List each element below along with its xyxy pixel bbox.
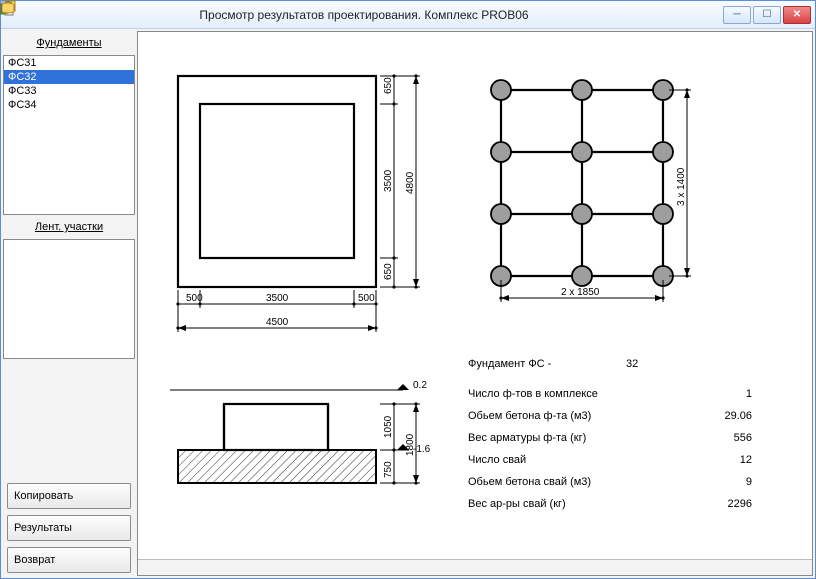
dim-section-total: 1800	[405, 433, 416, 456]
dim-section-base: 750	[383, 461, 394, 478]
info-block: Фундамент ФС - 32 Число ф-тов в комплекс…	[468, 358, 752, 510]
svg-text:Число свай: Число свай	[468, 454, 526, 466]
dim-plan-outer-w: 4500	[266, 317, 289, 328]
dim-plan-inner-h: 3500	[383, 169, 394, 192]
copy-button-label: Копировать	[14, 490, 73, 502]
sidebar: Фундаменты ФС31 ФС32 ФС33 ФС34 Лент. уча…	[3, 31, 135, 576]
plan-view: 500 3500 500 4500	[176, 74, 420, 332]
dim-piles-y: 3 x 1400	[676, 167, 687, 206]
app-window: Просмотр результатов проектирования. Ком…	[0, 0, 816, 579]
dim-plan-right-margin: 500	[358, 293, 375, 304]
list-item[interactable]: ФС34	[4, 98, 134, 112]
panel-header-strips[interactable]: Лент. участки	[3, 215, 135, 239]
svg-text:Число ф-тов в комплексе: Число ф-тов в комплексе	[468, 388, 598, 400]
results-button[interactable]: Результаты	[7, 515, 131, 541]
info-row: Вес ар-ры свай (кг) 2296	[468, 498, 752, 510]
client-area: Фундаменты ФС31 ФС32 ФС33 ФС34 Лент. уча…	[1, 29, 815, 578]
svg-text:Обьем бетона ф-та (м3): Обьем бетона ф-та (м3)	[468, 410, 591, 422]
results-button-label: Результаты	[14, 522, 72, 534]
dim-piles-x: 2 x 1850	[561, 287, 600, 298]
list-item[interactable]: ФС31	[4, 56, 134, 70]
window-title: Просмотр результатов проектирования. Ком…	[5, 8, 723, 22]
dim-section-step: 1050	[383, 415, 394, 438]
foundations-list[interactable]: ФС31 ФС32 ФС33 ФС34	[3, 55, 135, 215]
dim-plan-bot-margin: 650	[383, 263, 394, 280]
info-row: Обьем бетона свай (м3) 9	[468, 476, 752, 488]
dim-plan-top-margin: 650	[383, 77, 394, 94]
pile-grid-view: 2 x 1850 3 x 1400	[483, 76, 691, 302]
close-button[interactable]: ✕	[783, 6, 811, 24]
info-row: Число ф-тов в комплексе 1	[468, 388, 752, 400]
return-icon	[0, 0, 16, 16]
svg-text:12: 12	[740, 454, 752, 466]
section-top-mark: 0.2	[413, 380, 427, 391]
maximize-button[interactable]: ☐	[753, 6, 781, 24]
info-row: Число свай 12	[468, 454, 752, 466]
return-button-label: Возврат	[14, 554, 55, 566]
info-row: Вес арматуры ф-та (кг) 556	[468, 432, 752, 444]
svg-text:Вес арматуры ф-та (кг): Вес арматуры ф-та (кг)	[468, 432, 586, 444]
copy-button[interactable]: Копировать	[7, 483, 131, 509]
dim-plan-inner-w: 3500	[266, 293, 289, 304]
plan-inner	[200, 104, 354, 258]
return-button[interactable]: Возврат	[7, 547, 131, 573]
list-item[interactable]: ФС33	[4, 84, 134, 98]
plan-outer-slab	[178, 76, 376, 287]
dim-plan-outer-h: 4800	[405, 171, 416, 194]
drawing-canvas: 500 3500 500 4500	[137, 31, 813, 576]
panel-header-foundations[interactable]: Фундаменты	[3, 31, 135, 55]
dim-plan-left-margin: 500	[186, 293, 203, 304]
status-bar	[138, 559, 812, 575]
svg-text:9: 9	[746, 476, 752, 488]
info-row: Обьем бетона ф-та (м3) 29.06	[468, 410, 752, 422]
list-item[interactable]: ФС32	[4, 70, 134, 84]
svg-text:Вес ар-ры свай (кг): Вес ар-ры свай (кг)	[468, 498, 566, 510]
info-title-value: 32	[626, 358, 638, 370]
svg-text:1: 1	[746, 388, 752, 400]
svg-text:Обьем бетона свай (м3): Обьем бетона свай (м3)	[468, 476, 591, 488]
info-title-label: Фундамент ФС -	[468, 358, 552, 370]
minimize-button[interactable]: ─	[723, 6, 751, 24]
title-bar: Просмотр результатов проектирования. Ком…	[1, 1, 815, 29]
svg-text:2296: 2296	[728, 498, 752, 510]
svg-text:29.06: 29.06	[724, 410, 752, 422]
svg-text:556: 556	[734, 432, 752, 444]
section-view: 0.2 -1.6	[170, 380, 431, 485]
strips-list[interactable]	[3, 239, 135, 359]
